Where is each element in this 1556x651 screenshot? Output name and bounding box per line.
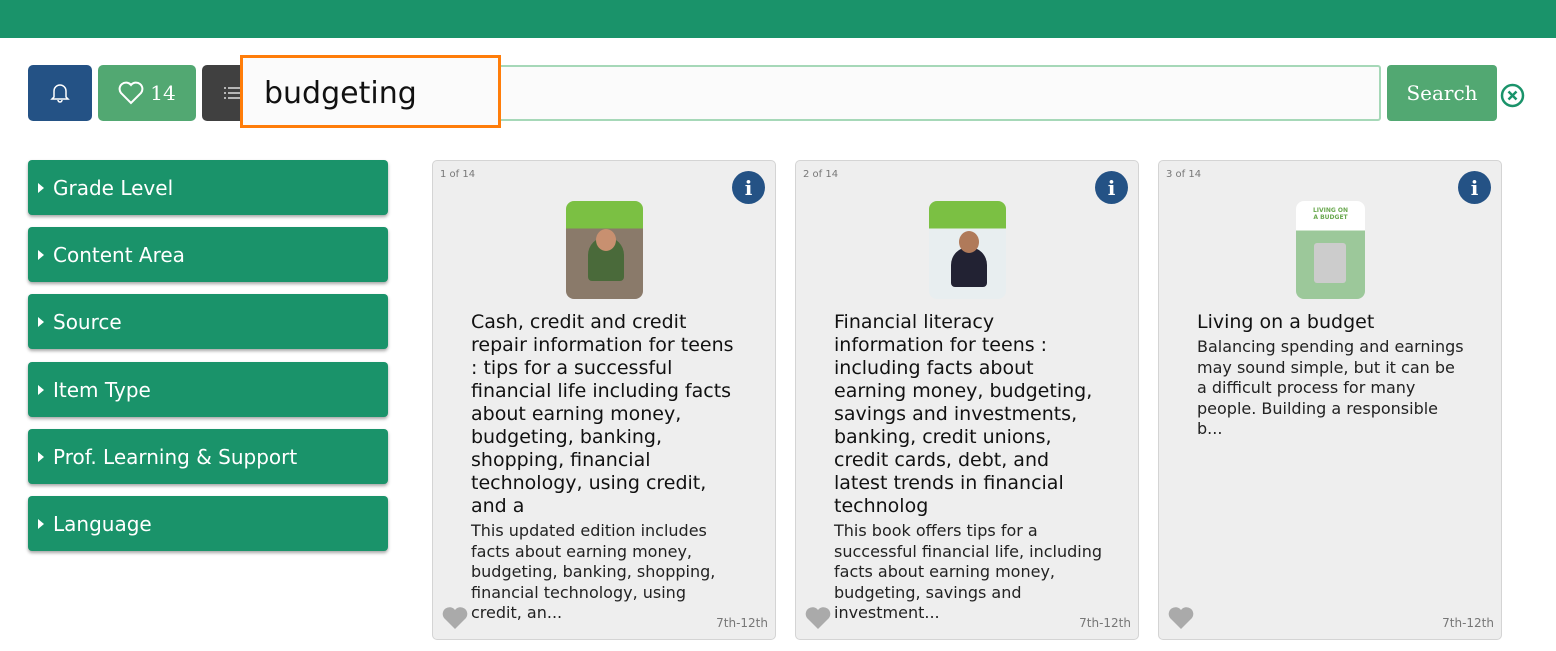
result-card[interactable]: 2 of 14 i Financial literacy information… — [795, 160, 1139, 640]
result-title[interactable]: Financial literacy information for teens… — [834, 311, 1104, 624]
result-card[interactable]: 3 of 14 i LIVING ON A BUDGET Living on a … — [1158, 160, 1502, 640]
caret-right-icon — [38, 451, 44, 462]
caret-right-icon — [38, 518, 44, 529]
facet-label: Content Area — [53, 242, 185, 267]
result-title[interactable]: Living on a budget Balancing spending and… — [1197, 311, 1467, 440]
book-cover[interactable] — [929, 201, 1006, 299]
info-icon[interactable]: i — [1095, 171, 1128, 204]
info-icon[interactable]: i — [732, 171, 765, 204]
caret-right-icon — [38, 182, 44, 193]
heart-icon[interactable] — [804, 605, 832, 631]
bell-icon — [50, 84, 70, 103]
facet-content-area[interactable]: Content Area — [28, 227, 388, 282]
facet-source[interactable]: Source — [28, 294, 388, 349]
result-card[interactable]: 1 of 14 i Cash, credit and credit repair… — [432, 160, 776, 640]
caret-right-icon — [38, 384, 44, 395]
facet-grade-level[interactable]: Grade Level — [28, 160, 388, 215]
clear-search-icon[interactable] — [1500, 83, 1525, 108]
result-description: This book offers tips for a successful f… — [834, 521, 1103, 622]
facet-label: Grade Level — [53, 175, 174, 200]
book-cover[interactable] — [566, 201, 643, 299]
facet-label: Item Type — [53, 377, 151, 402]
top-bar — [0, 0, 1556, 38]
facet-label: Prof. Learning & Support — [53, 444, 298, 469]
notifications-button[interactable] — [28, 65, 92, 121]
grade-range: 7th-12th — [1079, 616, 1131, 630]
heart-icon[interactable] — [1167, 605, 1195, 631]
search-button[interactable]: Search — [1387, 65, 1497, 121]
heart-icon[interactable] — [441, 605, 469, 631]
facet-language[interactable]: Language — [28, 496, 388, 551]
caret-right-icon — [38, 316, 44, 327]
heart-icon — [118, 81, 144, 105]
search-query-text[interactable]: budgeting — [240, 55, 501, 128]
grade-range: 7th-12th — [716, 616, 768, 630]
result-description: This updated edition includes facts abou… — [471, 521, 716, 622]
info-icon[interactable]: i — [1458, 171, 1491, 204]
facet-label: Language — [53, 511, 152, 536]
favorites-count: 14 — [150, 81, 176, 105]
result-count: 1 of 14 — [440, 169, 476, 180]
favorites-button[interactable]: 14 — [98, 65, 196, 121]
caret-right-icon — [38, 249, 44, 260]
book-cover[interactable]: LIVING ON A BUDGET — [1296, 201, 1365, 299]
grade-range: 7th-12th — [1442, 616, 1494, 630]
result-title[interactable]: Cash, credit and credit repair informati… — [471, 311, 741, 624]
facet-label: Source — [53, 309, 122, 334]
result-count: 2 of 14 — [803, 169, 839, 180]
result-count: 3 of 14 — [1166, 169, 1202, 180]
facet-item-type[interactable]: Item Type — [28, 362, 388, 417]
list-icon — [224, 87, 240, 99]
facet-prof-learning[interactable]: Prof. Learning & Support — [28, 429, 388, 484]
result-description: Balancing spending and earnings may soun… — [1197, 337, 1464, 438]
